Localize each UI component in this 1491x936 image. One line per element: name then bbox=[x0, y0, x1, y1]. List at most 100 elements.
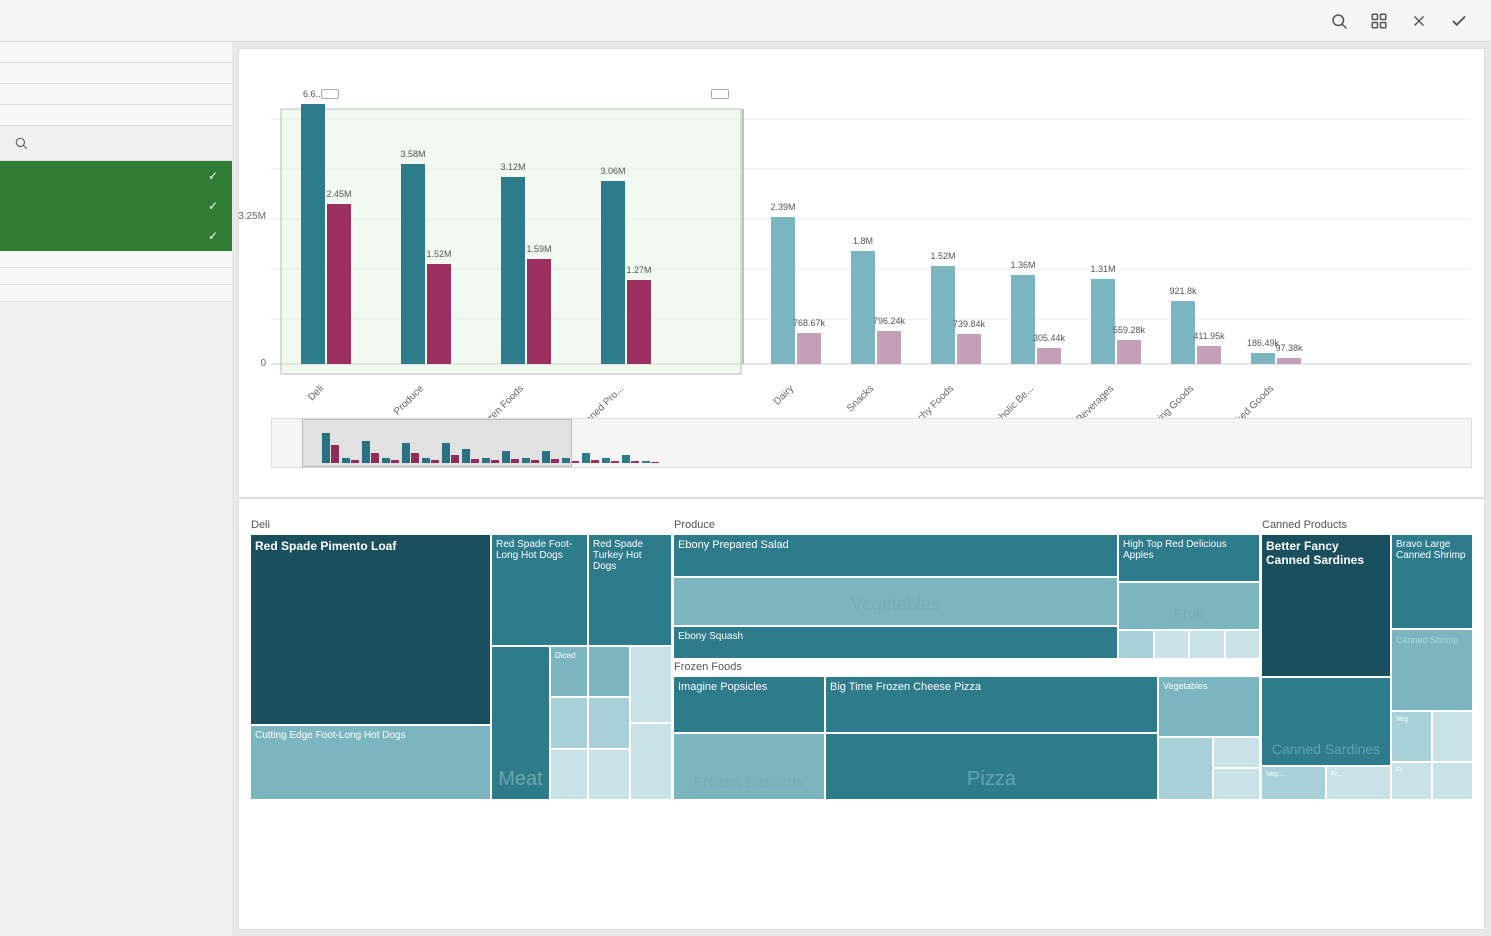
treemap-canned-section: Canned Products Better Fancy Canned Sard… bbox=[1262, 519, 1472, 799]
filter-quarter[interactable] bbox=[0, 63, 232, 84]
tm-canned-sardines2[interactable]: Canned Sardines bbox=[1262, 678, 1390, 766]
tm-footlong2[interactable]: Red Spade Foot-Long Hot Dogs bbox=[492, 535, 587, 645]
region-uk[interactable] bbox=[0, 268, 232, 285]
search-icon[interactable] bbox=[1323, 5, 1355, 37]
tm-ps4[interactable] bbox=[1226, 631, 1260, 658]
tm-ps1[interactable] bbox=[1119, 631, 1153, 658]
tm-ds5[interactable] bbox=[589, 698, 629, 747]
tm-ebony-salad2[interactable]: Ebony Prepared Salad bbox=[674, 535, 1117, 576]
tm-big-time-pizza[interactable]: Big Time Frozen Cheese Pizza bbox=[826, 677, 1157, 733]
close-icon[interactable] bbox=[1403, 5, 1435, 37]
region-usa[interactable] bbox=[0, 285, 232, 302]
tm-cs5[interactable]: Fr. bbox=[1392, 763, 1431, 799]
tm-better-sardines2[interactable]: Better Fancy Canned Sardines bbox=[1262, 535, 1390, 676]
region-header bbox=[0, 126, 232, 161]
svg-text:2.39M: 2.39M bbox=[770, 202, 795, 212]
region-japan[interactable]: ✓ bbox=[0, 191, 232, 221]
tm-cs2[interactable]: Fr... bbox=[1327, 767, 1390, 799]
region-spain[interactable] bbox=[0, 251, 232, 268]
svg-text:6.6...: 6.6... bbox=[303, 89, 323, 99]
svg-text:3.25M: 3.25M bbox=[238, 211, 266, 222]
region-germany[interactable]: ✓ bbox=[0, 161, 232, 191]
tm-cs6[interactable] bbox=[1433, 763, 1472, 799]
tm-ps2[interactable] bbox=[1155, 631, 1189, 658]
content-area: 3.25M 0 6.6... 2.45M 3.58M bbox=[232, 42, 1491, 936]
header-icons bbox=[1323, 5, 1475, 37]
svg-text:Produce: Produce bbox=[392, 383, 426, 417]
tm-cs3[interactable]: Veg bbox=[1392, 712, 1431, 762]
svg-text:3.06M: 3.06M bbox=[600, 166, 625, 176]
frozen-wrapper: Frozen Foods Imagine Popsicles Frozen De… bbox=[674, 661, 1259, 800]
settings-icon[interactable] bbox=[1363, 5, 1395, 37]
tm-fruit2[interactable]: Fruit bbox=[1119, 583, 1259, 629]
check-nordic: ✓ bbox=[208, 229, 218, 243]
tm-ds4[interactable] bbox=[589, 647, 629, 696]
svg-text:0: 0 bbox=[260, 358, 266, 369]
svg-text:Snacks: Snacks bbox=[845, 383, 876, 414]
check-germany: ✓ bbox=[208, 169, 218, 183]
tm-ds7[interactable] bbox=[631, 647, 671, 722]
svg-text:1.52M: 1.52M bbox=[930, 251, 955, 261]
svg-text:768.67k: 768.67k bbox=[793, 318, 826, 328]
tm-bravo-shrimp2[interactable]: Bravo Large Canned Shrimp bbox=[1392, 535, 1472, 628]
tm-ds6[interactable] bbox=[589, 750, 629, 799]
svg-text:559.28k: 559.28k bbox=[1113, 325, 1146, 335]
tm-ebony-squash2[interactable]: Ebony Squash bbox=[674, 627, 1117, 658]
svg-text:1.31M: 1.31M bbox=[1090, 264, 1115, 274]
tm-high-top2[interactable]: High Top Red Delicious Apples bbox=[1119, 535, 1259, 581]
svg-text:1.27M: 1.27M bbox=[626, 265, 651, 275]
svg-text:Deli: Deli bbox=[306, 383, 326, 403]
tm-diced2[interactable]: Diced bbox=[551, 647, 587, 696]
deli-section-label: Deli bbox=[251, 519, 671, 531]
svg-text:1.59M: 1.59M bbox=[526, 244, 551, 254]
tm-turkey2[interactable]: Red Spade Turkey Hot Dogs bbox=[589, 535, 671, 645]
svg-text:1.8M: 1.8M bbox=[853, 236, 873, 246]
tm-fz1[interactable] bbox=[1159, 738, 1212, 799]
tm-frozen-veg[interactable]: Vegetables bbox=[1159, 677, 1259, 736]
minimap-handle[interactable] bbox=[302, 419, 572, 467]
svg-text:796.24k: 796.24k bbox=[873, 316, 906, 326]
tm-vegetables2[interactable]: Vegetables bbox=[674, 578, 1117, 625]
svg-text:411.95k: 411.95k bbox=[1193, 331, 1225, 341]
tm-ps3[interactable] bbox=[1190, 631, 1224, 658]
region-nordic[interactable]: ✓ bbox=[0, 221, 232, 251]
treemap-body: Deli Red Spade Pimento Loaf Cutting Edge… bbox=[251, 519, 1472, 799]
tm-fz2[interactable] bbox=[1214, 738, 1259, 768]
check-icon[interactable] bbox=[1443, 5, 1475, 37]
tm-cs1[interactable]: Veg... bbox=[1262, 767, 1325, 799]
tm-cs4[interactable] bbox=[1433, 712, 1472, 762]
svg-text:305.44k: 305.44k bbox=[1033, 333, 1066, 343]
tm-cutting-edge2[interactable]: Cutting Edge Foot-Long Hot Dogs bbox=[251, 726, 490, 799]
tooltip-canned bbox=[711, 89, 729, 99]
svg-text:3.58M: 3.58M bbox=[400, 149, 425, 159]
tm-meat2[interactable]: Meat bbox=[492, 647, 549, 799]
canned-section-label2: Canned Products bbox=[1262, 519, 1472, 531]
tm-frozen-desserts[interactable]: Frozen Desserts bbox=[674, 734, 824, 799]
treemap-panel: Deli Red Spade Pimento Loaf Cutting Edge… bbox=[238, 498, 1485, 930]
treemap-middle: Produce Ebony Prepared Salad Vegetables … bbox=[674, 519, 1259, 799]
tm-canned-shrimp2[interactable]: Canned Shrimp bbox=[1392, 630, 1472, 709]
filter-week[interactable] bbox=[0, 105, 232, 126]
header bbox=[0, 0, 1491, 42]
svg-text:1.36M: 1.36M bbox=[1010, 260, 1035, 270]
chart-panel: 3.25M 0 6.6... 2.45M 3.58M bbox=[238, 48, 1485, 498]
main-layout: ✓ ✓ ✓ bbox=[0, 42, 1491, 936]
tm-ds3[interactable] bbox=[551, 750, 587, 799]
treemap-deli-section: Deli Red Spade Pimento Loaf Cutting Edge… bbox=[251, 519, 671, 799]
tm-ds2[interactable] bbox=[551, 698, 587, 747]
filter-year[interactable] bbox=[0, 42, 232, 63]
tm-imagine-popsicles[interactable]: Imagine Popsicles bbox=[674, 677, 824, 733]
tm-pizza-bg[interactable]: Pizza bbox=[826, 734, 1157, 799]
filter-month[interactable] bbox=[0, 84, 232, 105]
produce-wrapper: Produce Ebony Prepared Salad Vegetables … bbox=[674, 519, 1259, 658]
tm-red-spade-pimento2[interactable]: Red Spade Pimento Loaf bbox=[251, 535, 490, 724]
tm-fz3[interactable] bbox=[1214, 769, 1259, 799]
check-japan: ✓ bbox=[208, 199, 218, 213]
frozen-section-label: Frozen Foods bbox=[674, 661, 1259, 673]
tooltip-deli bbox=[321, 89, 339, 99]
svg-text:2.45M: 2.45M bbox=[326, 189, 351, 199]
produce-section-label: Produce bbox=[674, 519, 1259, 531]
minimap[interactable] bbox=[271, 418, 1472, 468]
tm-ds8[interactable] bbox=[631, 724, 671, 799]
svg-text:97.38k: 97.38k bbox=[1275, 343, 1303, 353]
